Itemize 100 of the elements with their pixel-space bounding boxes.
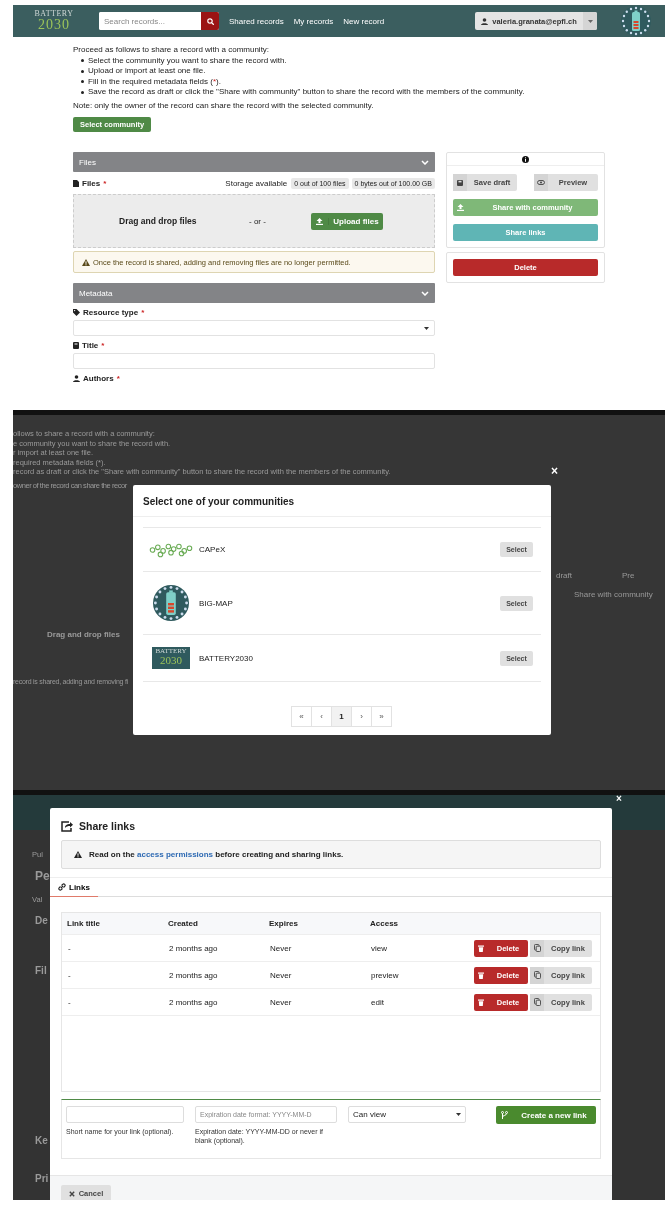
background-text: Ke [35,1135,48,1146]
field-label: Files [82,179,101,188]
column-header: Access [370,919,400,928]
table-cell-text: Never [269,943,293,953]
section-header[interactable]: Metadata [73,283,435,303]
upload-files-button[interactable]: Upload files [311,212,383,230]
column-header: Link title [67,919,101,928]
warning-icon [82,258,90,266]
caret-icon [424,326,429,330]
page-button[interactable]: « [291,706,312,727]
background-text: Pre [622,571,635,580]
share-icon [61,820,73,832]
nav-link[interactable]: Shared records [229,16,284,26]
section-title: Metadata [79,288,113,298]
table-cell-text: 2 months ago [168,943,219,953]
page-button[interactable]: › [351,706,372,727]
nav-link[interactable]: My records [293,16,334,26]
eye-icon [537,180,545,185]
search-field[interactable]: Search records... [99,12,219,30]
page-button[interactable]: 1 [331,706,352,727]
copy-icon [533,971,541,979]
background-text: De [35,915,48,926]
info-icon [522,155,529,163]
trash-icon [478,971,484,979]
table-cell-text: - [67,970,72,980]
chevron-down-icon [421,290,429,296]
storage-label: Storage available [225,179,288,188]
file-icon [73,180,79,187]
battery-logo-icon [153,585,189,621]
create-link-button[interactable]: Create a new link [496,1106,596,1124]
close-button[interactable]: × [551,465,558,477]
table-cell-text: Never [269,970,293,980]
dialog-title: Share links [79,820,136,832]
access-permissions-link[interactable]: access permissions [137,850,214,859]
separator-text: - or - [249,216,267,226]
save-icon [457,179,463,186]
title-input[interactable] [73,353,435,369]
page-button[interactable]: ‹ [311,706,332,727]
page-button[interactable]: » [371,706,392,727]
note-text: Note: only the owner of the record can share the record with the selected community. [73,100,375,111]
book-icon [73,342,79,349]
instruction-step: Save the record as draft or click the "Share with community" button to share the record with the members of the community. [81,87,665,98]
trash-icon [478,998,484,1006]
caret-icon [587,19,593,23]
background-text: Pe [35,869,50,883]
caret-icon [456,1113,461,1116]
search-button[interactable] [201,12,219,30]
branch-icon [500,1111,508,1119]
user-icon [481,17,489,25]
drop-zone[interactable]: Drag and drop files - or - Upload files [73,194,435,248]
search-icon [206,17,214,25]
link-name-input[interactable] [66,1106,184,1123]
column-header: Expires [269,919,299,928]
upload-icon [316,217,323,225]
chevron-down-icon [421,159,429,165]
section-title: Files [79,157,96,167]
upload-icon [456,204,464,211]
access-dropdown[interactable]: Can view [348,1106,466,1123]
required-mark: * [141,308,145,317]
tab[interactable]: Links [50,878,98,897]
table-cell-text: Never [269,997,293,1007]
community-name: BATTERY2030 [199,653,254,663]
background-text: draft [556,571,572,580]
background-text: Pri [35,1173,49,1184]
copy-icon [533,944,541,952]
instructions-text: Proceed as follows to share a record with a community: [73,45,271,56]
close-button[interactable]: × [616,795,622,804]
instruction-step: Upload or import at least one file. [81,66,665,77]
table-cell-text: - [67,997,72,1007]
instruction-step: Select the community you want to share the record with. [81,55,665,66]
table-cell-text: edit [370,997,385,1007]
table-cell-text: 2 months ago [168,997,219,1007]
close-icon [68,1190,75,1197]
table-cell-text: view [370,943,388,953]
required-mark: * [116,374,120,383]
notice-text: Read on the access permissions before creating and sharing links. [89,850,344,859]
tag-icon [73,309,80,316]
resource-type-dropdown[interactable] [73,320,435,336]
dialog-title: Select one of your communities [133,485,551,517]
table-cell-text: 2 months ago [168,970,219,980]
community-name: BIG-MAP [199,598,234,608]
trash-icon [478,944,484,952]
warning-icon [74,851,82,858]
field-label: Title [82,341,99,350]
required-mark: * [101,341,105,350]
nav-link[interactable]: New record [343,16,385,26]
background-text: Drag and drop files [47,630,120,639]
section-header[interactable]: Files [73,152,435,172]
community-name: CAPeX [199,545,227,554]
drop-zone-text: Drag and drop files [119,216,198,226]
column-header: Created [168,919,199,928]
field-label: Resource type [83,308,139,317]
copy-icon [533,998,541,1006]
logo: BATTERY 2030 [33,10,75,32]
background-text: Share with community [573,590,653,599]
user-icon [73,375,80,382]
link-icon [58,883,66,891]
instruction-step: Fill in the required metadata fields (*). [81,76,665,87]
field-label: Authors [83,374,114,383]
table-cell-text: preview [370,970,400,980]
